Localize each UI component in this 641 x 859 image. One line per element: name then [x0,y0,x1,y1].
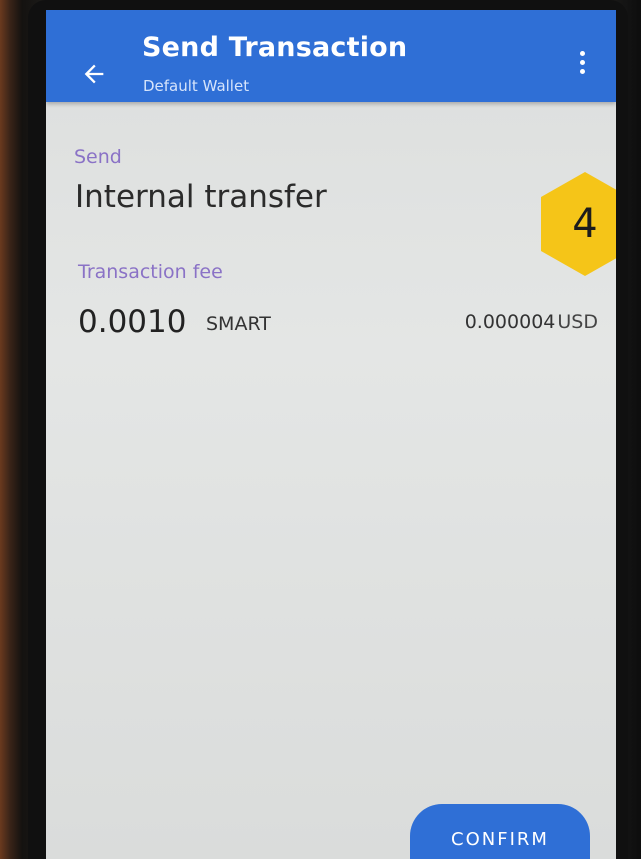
fee-amount: 0.0010 [78,304,187,340]
more-options-button[interactable] [570,42,594,82]
fee-fiat-amount: 0.000004 [464,311,556,333]
more-vertical-icon [579,50,585,56]
back-button[interactable] [74,54,114,94]
transaction-fee-label: Transaction fee [78,261,223,283]
phone-screen: Send Transaction Default Wallet Send Int… [46,10,616,859]
wallet-subtitle: Default Wallet [143,77,250,95]
fee-fiat-value: 0.000004 USD [465,311,598,333]
step-number: 4 [572,201,598,247]
fee-fiat-unit: USD [557,311,598,333]
send-type-value: Internal transfer [75,179,327,215]
send-label: Send [74,146,122,168]
step-badge: 4 [539,170,616,278]
confirm-button[interactable]: CONFIRM [410,804,590,859]
fee-row: 0.0010 SMART 0.000004 USD [78,304,598,344]
arrow-left-icon [84,64,104,84]
more-vertical-icon-dot [579,68,585,74]
fee-currency-unit: SMART [206,313,271,335]
page-title: Send Transaction [142,32,408,63]
app-bar: Send Transaction Default Wallet [46,10,616,102]
more-vertical-icon-dot [579,59,585,65]
